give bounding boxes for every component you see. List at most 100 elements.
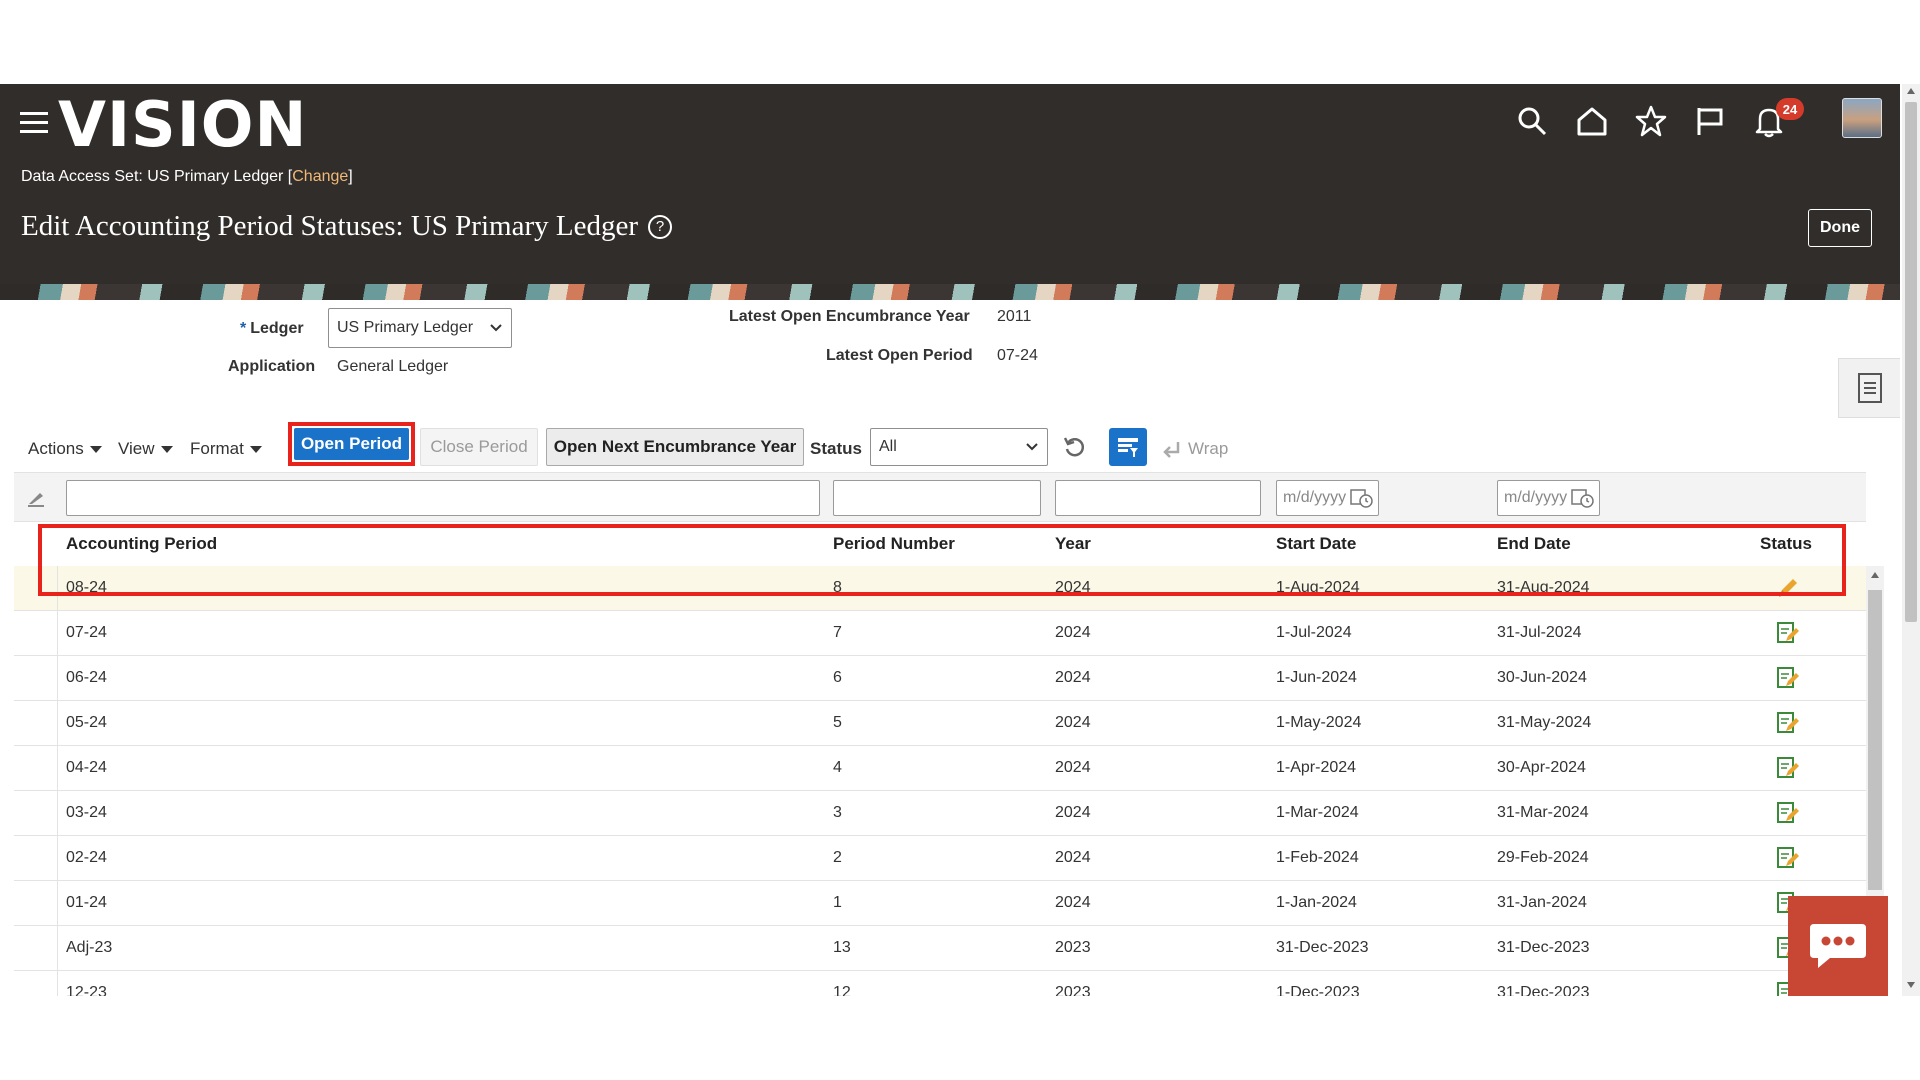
end-date-filter-input[interactable]: m/d/yyyy (1497, 480, 1600, 516)
edit-status-icon[interactable] (1776, 801, 1800, 825)
user-avatar[interactable] (1842, 98, 1882, 138)
menu-icon[interactable] (20, 112, 48, 134)
search-icon[interactable] (1515, 104, 1549, 138)
cell-end-date: 31-Aug-2024 (1497, 579, 1590, 596)
column-header-end-date[interactable]: End Date (1497, 534, 1571, 554)
page-title: Edit Accounting Period Statuses: US Prim… (21, 210, 672, 243)
refresh-icon[interactable] (1062, 434, 1088, 460)
format-menu[interactable]: Format (190, 434, 262, 464)
edit-pencil-icon[interactable] (1776, 576, 1800, 600)
row-selector[interactable] (14, 926, 58, 970)
column-header-status[interactable]: Status (1760, 534, 1812, 554)
cell-end-date: 31-Mar-2024 (1497, 804, 1589, 821)
chat-button[interactable] (1788, 896, 1888, 996)
page-scrollbar-thumb[interactable] (1905, 102, 1917, 622)
row-selector[interactable] (14, 881, 58, 925)
ledger-label: * Ledger (240, 320, 304, 338)
flag-icon[interactable] (1693, 104, 1727, 138)
year-filter-input[interactable] (1055, 480, 1261, 516)
accounting-period-filter-input[interactable] (66, 480, 820, 516)
table-row[interactable]: 04-24 4 2024 1-Apr-2024 30-Apr-2024 (14, 746, 1866, 791)
cell-year: 2024 (1055, 579, 1091, 596)
edit-status-icon[interactable] (1776, 621, 1800, 645)
view-menu[interactable]: View (118, 434, 173, 464)
ledger-label-text: Ledger (250, 320, 304, 337)
cell-start-date: 1-Mar-2024 (1276, 804, 1359, 821)
side-panel-toggle[interactable] (1838, 358, 1900, 418)
wrap-button[interactable]: Wrap (1162, 434, 1228, 464)
cell-accounting-period: 12-23 (66, 984, 107, 996)
period-number-filter-input[interactable] (833, 480, 1041, 516)
edit-status-icon[interactable] (1776, 756, 1800, 780)
table-row[interactable]: 06-24 6 2024 1-Jun-2024 30-Jun-2024 (14, 656, 1866, 701)
cell-period-number: 5 (833, 714, 842, 731)
help-icon[interactable]: ? (647, 214, 672, 239)
table-row[interactable]: Adj-23 13 2023 31-Dec-2023 31-Dec-2023 (14, 926, 1866, 971)
decorative-banner (0, 284, 1900, 300)
cell-start-date: 1-Aug-2024 (1276, 579, 1360, 596)
start-date-filter-input[interactable]: m/d/yyyy (1276, 480, 1379, 516)
row-selector[interactable] (14, 746, 58, 790)
vision-logo[interactable]: VISION (58, 88, 307, 161)
row-selector[interactable] (14, 701, 58, 745)
close-period-button[interactable]: Close Period (420, 428, 538, 466)
table-row[interactable]: 03-24 3 2024 1-Mar-2024 31-Mar-2024 (14, 791, 1866, 836)
status-select-value: All (879, 438, 897, 455)
page-scroll-up-arrow[interactable] (1907, 88, 1915, 94)
page-scroll-down-arrow[interactable] (1907, 982, 1915, 988)
table-row[interactable]: 08-24 8 2024 1-Aug-2024 31-Aug-2024 (14, 566, 1866, 611)
latest-period-value: 07-24 (997, 347, 1038, 364)
table-scrollbar-thumb[interactable] (1868, 590, 1882, 890)
query-by-example-button[interactable] (1109, 428, 1147, 466)
cell-end-date: 31-Jan-2024 (1497, 894, 1587, 911)
chat-icon (1810, 924, 1866, 968)
row-selector[interactable] (14, 836, 58, 880)
scroll-up-arrow[interactable] (1871, 572, 1879, 578)
cell-start-date: 1-May-2024 (1276, 714, 1362, 731)
cell-accounting-period: 08-24 (66, 579, 107, 596)
table-row[interactable]: 07-24 7 2024 1-Jul-2024 31-Jul-2024 (14, 611, 1866, 656)
ledger-select[interactable]: US Primary Ledger (328, 308, 512, 348)
page-title-text: Edit Accounting Period Statuses: US Prim… (21, 210, 638, 242)
status-select[interactable]: All (870, 428, 1048, 466)
column-header-accounting-period[interactable]: Accounting Period (66, 534, 217, 554)
row-selector[interactable] (14, 656, 58, 700)
table-row[interactable]: 05-24 5 2024 1-May-2024 31-May-2024 (14, 701, 1866, 746)
change-link[interactable]: Change (292, 168, 348, 185)
clear-filter-icon[interactable] (26, 487, 46, 507)
star-icon[interactable] (1634, 104, 1668, 138)
done-button[interactable]: Done (1808, 209, 1872, 247)
latest-encumbrance-label: Latest Open Encumbrance Year (729, 308, 970, 325)
calendar-icon[interactable] (1350, 487, 1374, 509)
cell-end-date: 29-Feb-2024 (1497, 849, 1589, 866)
cell-end-date: 31-Dec-2023 (1497, 984, 1590, 996)
edit-status-icon[interactable] (1776, 846, 1800, 870)
cell-end-date: 31-Jul-2024 (1497, 624, 1582, 641)
cell-start-date: 1-Feb-2024 (1276, 849, 1359, 866)
column-header-period-number[interactable]: Period Number (833, 534, 955, 554)
row-selector[interactable] (14, 611, 58, 655)
row-selector[interactable] (14, 791, 58, 835)
cell-year: 2024 (1055, 849, 1091, 866)
required-marker: * (240, 320, 247, 337)
table-row[interactable]: 12-23 12 2023 1-Dec-2023 31-Dec-2023 (14, 971, 1866, 996)
cell-year: 2023 (1055, 939, 1091, 956)
edit-status-icon[interactable] (1776, 666, 1800, 690)
column-header-year[interactable]: Year (1055, 534, 1091, 554)
actions-menu[interactable]: Actions (28, 434, 102, 464)
row-selector[interactable] (14, 566, 58, 610)
application-label: Application (228, 358, 316, 375)
cell-accounting-period: 04-24 (66, 759, 107, 776)
page-scrollbar[interactable] (1902, 84, 1920, 996)
calendar-icon[interactable] (1571, 487, 1595, 509)
open-period-button[interactable]: Open Period (294, 428, 409, 460)
open-next-encumbrance-year-button[interactable]: Open Next Encumbrance Year (546, 428, 804, 466)
table-row[interactable]: 02-24 2 2024 1-Feb-2024 29-Feb-2024 (14, 836, 1866, 881)
filter-icon (1118, 438, 1138, 457)
row-selector[interactable] (14, 971, 58, 996)
cell-period-number: 1 (833, 894, 842, 911)
edit-status-icon[interactable] (1776, 711, 1800, 735)
table-row[interactable]: 01-24 1 2024 1-Jan-2024 31-Jan-2024 (14, 881, 1866, 926)
column-header-start-date[interactable]: Start Date (1276, 534, 1356, 554)
home-icon[interactable] (1575, 104, 1609, 138)
